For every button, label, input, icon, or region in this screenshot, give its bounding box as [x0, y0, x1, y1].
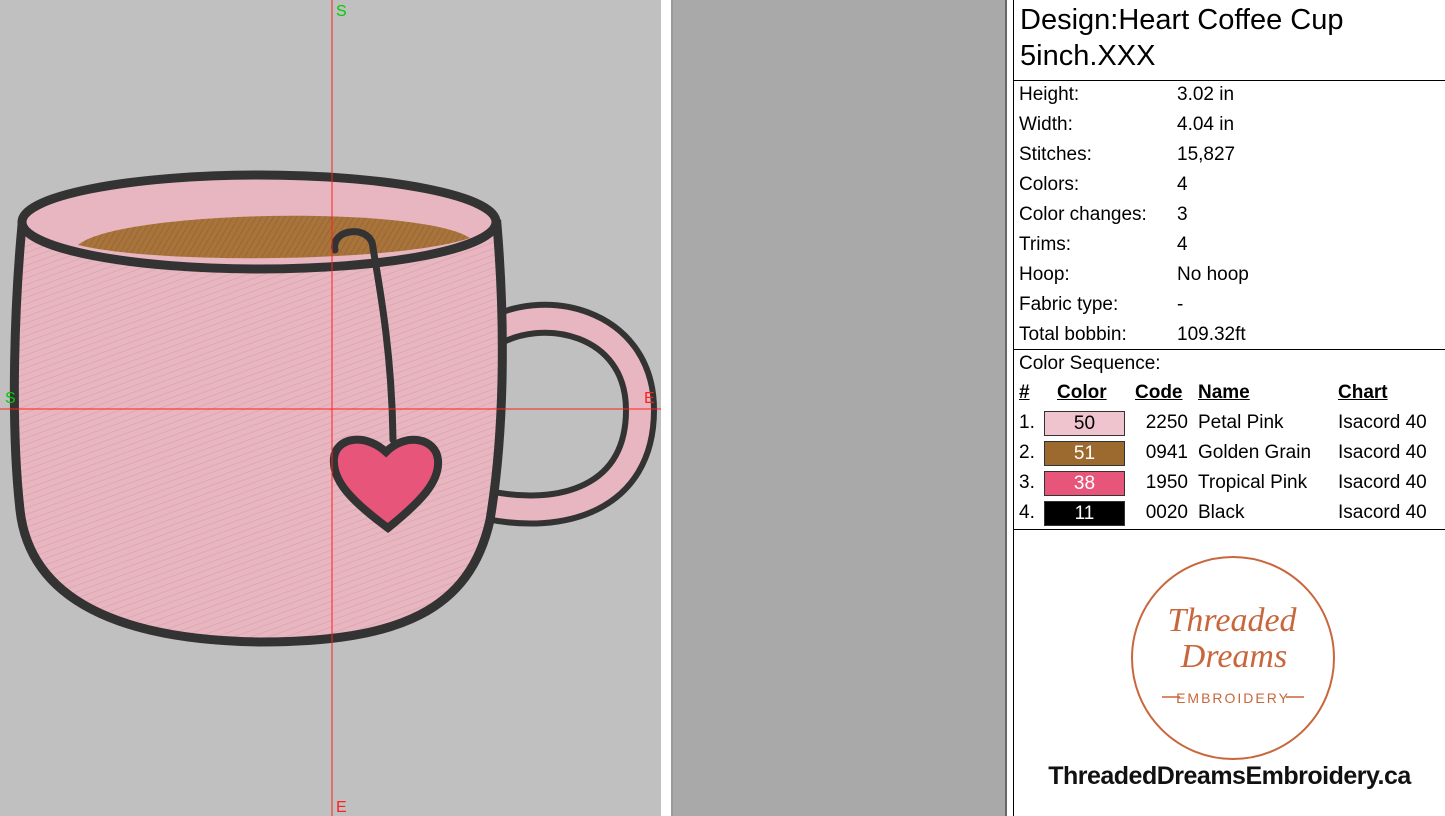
prop-label-total-bobbin: Total bobbin: [1019, 324, 1127, 345]
prop-label-height: Height: [1019, 84, 1080, 105]
axis-label-left: S [5, 390, 16, 407]
header-name: Name [1198, 382, 1250, 403]
header-chart: Chart [1338, 382, 1388, 403]
thread-name: Tropical Pink [1198, 472, 1308, 493]
thread-name: Black [1198, 502, 1245, 523]
axis-label-right: E [644, 390, 655, 407]
color-swatch: 51 [1044, 441, 1125, 466]
color-swatch: 11 [1044, 501, 1125, 526]
color-sequence-title: Color Sequence: [1019, 353, 1161, 374]
canvas-border-shadow [671, 0, 673, 816]
thread-code: 0941 [1145, 442, 1188, 463]
color-swatch: 38 [1044, 471, 1125, 496]
canvas-border [661, 0, 671, 816]
prop-value-colors: 4 [1177, 174, 1188, 195]
thread-name: Petal Pink [1198, 412, 1284, 433]
prop-value-trims: 4 [1177, 234, 1188, 255]
thread-code: 1950 [1145, 472, 1188, 493]
row-number: 4. [1019, 502, 1035, 523]
prop-value-width: 4.04 in [1177, 114, 1235, 135]
thread-chart: Isacord 40 [1338, 502, 1427, 523]
thread-code: 0020 [1145, 502, 1188, 523]
prop-value-height: 3.02 in [1177, 84, 1235, 105]
header-num: # [1019, 382, 1030, 403]
divider [1014, 529, 1445, 530]
logo-line-2: Dreams [1180, 638, 1287, 675]
prop-value-fabric-type: - [1177, 294, 1184, 315]
prop-label-stitches: Stitches: [1019, 144, 1092, 165]
thread-chart: Isacord 40 [1338, 442, 1427, 463]
divider [1014, 80, 1445, 81]
prop-label-trims: Trims: [1019, 234, 1072, 255]
design-title: Design:Heart Coffee Cup 5inch.XXX [1020, 2, 1440, 74]
panel-divider [1013, 0, 1014, 816]
row-number: 3. [1019, 472, 1035, 493]
website-url[interactable]: ThreadedDreamsEmbroidery.ca [1014, 761, 1445, 791]
threaded-dreams-logo: Threaded Dreams EMBROIDERY [1131, 556, 1335, 760]
thread-name: Golden Grain [1198, 442, 1312, 463]
cup-body [9, 219, 507, 647]
logo-line-3: EMBROIDERY [1176, 690, 1290, 706]
color-swatch: 50 [1044, 411, 1125, 436]
thread-code: 2250 [1145, 412, 1188, 433]
thread-chart: Isacord 40 [1338, 472, 1427, 493]
prop-label-color-changes: Color changes: [1019, 204, 1147, 225]
prop-label-colors: Colors: [1019, 174, 1080, 195]
axis-label-top: S [336, 3, 347, 20]
row-number: 1. [1019, 412, 1035, 433]
header-code: Code [1135, 382, 1183, 403]
axis-label-bottom: E [336, 799, 347, 816]
divider [1014, 349, 1445, 350]
cup-illustration [0, 0, 661, 816]
prop-label-width: Width: [1019, 114, 1073, 135]
prop-value-hoop: No hoop [1177, 264, 1249, 285]
prop-value-stitches: 15,827 [1177, 144, 1236, 165]
design-canvas[interactable]: S S E E [0, 0, 661, 816]
prop-value-total-bobbin: 109.32ft [1177, 324, 1246, 345]
prop-label-fabric-type: Fabric type: [1019, 294, 1119, 315]
logo-line-1: Threaded [1167, 602, 1297, 639]
thread-chart: Isacord 40 [1338, 412, 1427, 433]
prop-label-hoop: Hoop: [1019, 264, 1070, 285]
row-number: 2. [1019, 442, 1035, 463]
header-color: Color [1057, 382, 1107, 403]
design-file: 5inch.XXX [1020, 40, 1156, 72]
prop-value-color-changes: 3 [1177, 204, 1188, 225]
design-name: Design:Heart Coffee Cup [1020, 4, 1344, 36]
